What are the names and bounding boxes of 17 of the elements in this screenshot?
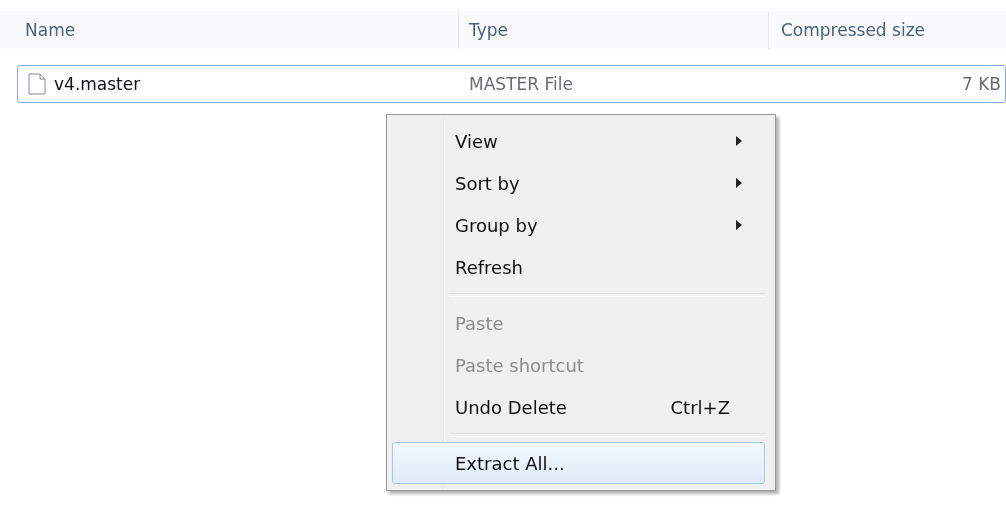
file-size: 7 KB (960, 74, 1002, 94)
submenu-arrow-icon (736, 136, 742, 146)
column-header[interactable]: Name (0, 11, 458, 49)
menu-item[interactable]: Extract All... (392, 442, 765, 484)
menu-item[interactable]: Group by (392, 204, 765, 246)
menu-item[interactable]: Refresh (392, 246, 765, 288)
file-name: v4.master (54, 74, 141, 94)
file-row[interactable]: v4.master MASTER File 7 KB (17, 65, 1006, 103)
menu-item[interactable]: Sort by (392, 162, 765, 204)
column-header[interactable]: Type (458, 11, 768, 49)
file-type: MASTER File (468, 74, 574, 94)
menu-item[interactable]: Undo Delete Ctrl+Z (392, 386, 765, 428)
submenu-arrow-icon (736, 220, 742, 230)
column-header[interactable]: Compressed size (768, 11, 1006, 49)
menu-item[interactable]: View (392, 120, 765, 162)
submenu-arrow-icon (736, 178, 742, 188)
file-icon (28, 73, 46, 95)
